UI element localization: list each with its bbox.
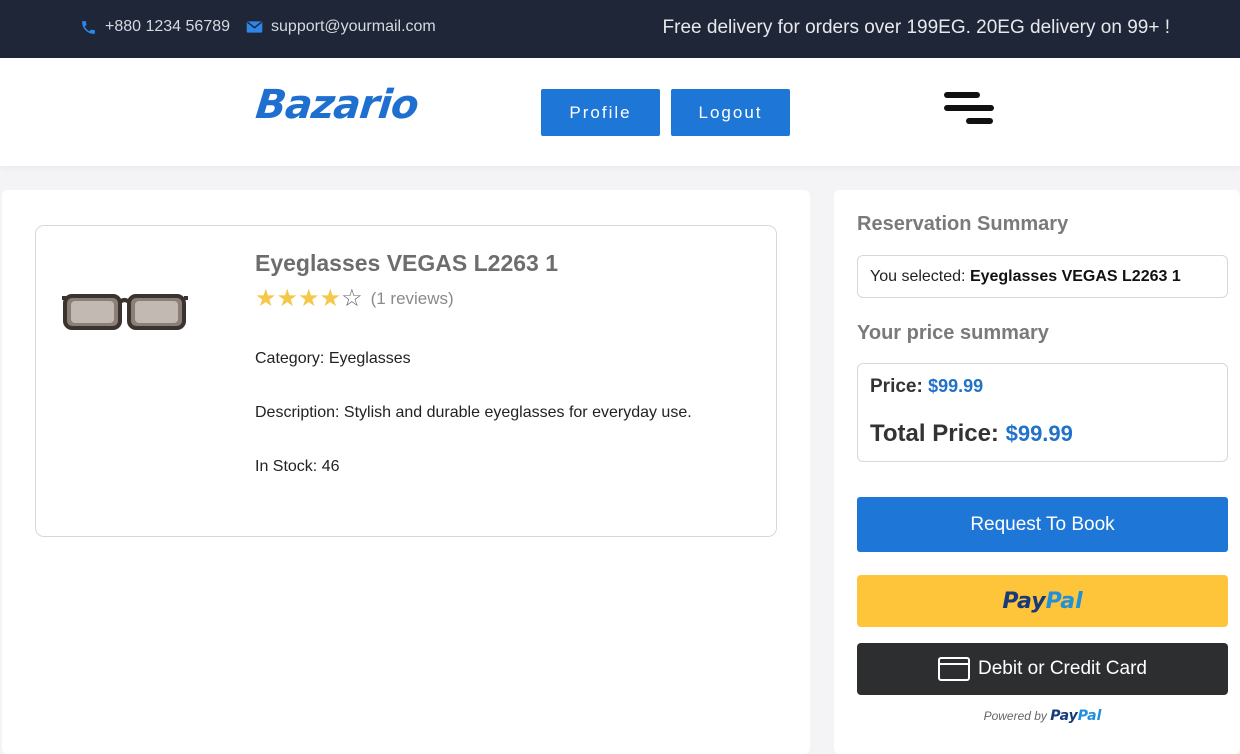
rating-stars: ★ ★ ★ ★ ☆ (1 reviews) xyxy=(255,287,454,311)
phone-icon xyxy=(82,20,95,34)
product-card: Eyeglasses VEGAS L2263 1 ★ ★ ★ ★ ☆ (1 re… xyxy=(35,225,777,537)
selected-prefix: You selected: xyxy=(870,268,966,285)
credit-card-icon xyxy=(938,657,971,681)
debit-credit-card-button[interactable]: Debit or Credit Card xyxy=(857,643,1228,695)
star-full-icon: ★ xyxy=(255,285,277,312)
paypal-button[interactable]: PayPal xyxy=(857,575,1228,627)
product-title: Eyeglasses VEGAS L2263 1 xyxy=(255,250,559,276)
profile-button[interactable]: Profile xyxy=(541,89,660,136)
product-stock: In Stock: 46 xyxy=(255,458,340,475)
promo-text: Free delivery for orders over 199EG. 20E… xyxy=(662,17,1170,38)
star-full-icon: ★ xyxy=(276,285,299,312)
price-summary-heading: Your price summary xyxy=(857,322,1049,344)
site-logo[interactable]: Bazario xyxy=(254,82,421,128)
product-panel: Eyeglasses VEGAS L2263 1 ★ ★ ★ ★ ☆ (1 re… xyxy=(2,190,810,754)
price-value: $99.99 xyxy=(928,376,984,396)
envelope-icon xyxy=(246,21,263,33)
site-header: Bazario Profile Logout xyxy=(0,58,1240,166)
price-label: Price: xyxy=(870,376,923,397)
selected-item-box: You selected: Eyeglasses VEGAS L2263 1 xyxy=(857,255,1228,298)
product-description: Description: Stylish and durable eyeglas… xyxy=(255,404,692,421)
email-contact[interactable]: support@yourmail.com xyxy=(246,18,436,36)
product-category: Category: Eyeglasses xyxy=(255,350,411,367)
phone-number: +880 1234 56789 xyxy=(105,18,231,35)
eyeglasses-image xyxy=(62,294,188,330)
contact-info: +880 1234 56789 support@yourmail.com xyxy=(80,18,452,36)
phone-contact[interactable]: +880 1234 56789 xyxy=(80,18,230,36)
reservation-summary-panel: Reservation Summary You selected: Eyegla… xyxy=(834,190,1240,754)
request-to-book-button[interactable]: Request To Book xyxy=(857,497,1228,552)
paypal-logo: PayPal xyxy=(1002,588,1083,614)
star-full-icon: ★ xyxy=(319,285,342,312)
reservation-summary-heading: Reservation Summary xyxy=(857,213,1069,235)
review-count[interactable]: (1 reviews) xyxy=(371,289,454,309)
email-address: support@yourmail.com xyxy=(271,18,436,35)
star-empty-icon: ☆ xyxy=(341,285,363,312)
star-full-icon: ★ xyxy=(298,285,320,312)
hamburger-menu-icon[interactable] xyxy=(944,92,994,132)
logout-button[interactable]: Logout xyxy=(671,89,790,136)
total-price-row: Total Price: $99.99 xyxy=(870,420,1073,448)
selected-item-name: Eyeglasses VEGAS L2263 1 xyxy=(969,268,1181,285)
price-row: Price: $99.99 xyxy=(870,376,983,398)
top-info-bar: +880 1234 56789 support@yourmail.com Fre… xyxy=(0,0,1240,58)
price-summary-box: Price: $99.99 Total Price: $99.99 xyxy=(857,363,1228,462)
paypal-small-logo: PayPal xyxy=(1050,708,1102,724)
powered-by-text: Powered by xyxy=(983,709,1047,723)
total-price-label: Total Price: xyxy=(870,420,999,447)
total-price-value: $99.99 xyxy=(1005,421,1073,446)
powered-by-paypal: Powered by PayPal xyxy=(834,708,1240,724)
card-button-label: Debit or Credit Card xyxy=(978,658,1147,679)
